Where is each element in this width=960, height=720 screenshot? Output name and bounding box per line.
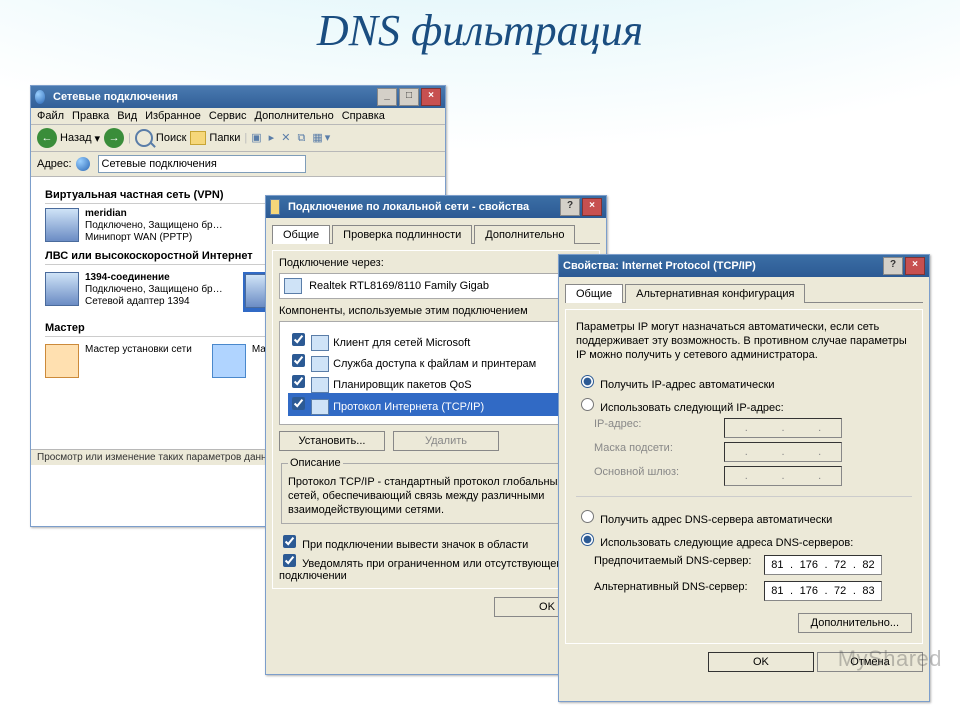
address-bar: Адрес: [31, 152, 445, 177]
help-button[interactable]: ? [560, 198, 580, 216]
components-list[interactable]: Клиент для сетей Microsoft Служба доступ… [279, 321, 593, 425]
close-button[interactable]: × [905, 257, 925, 275]
component-checkbox[interactable] [292, 375, 305, 388]
tab-advanced[interactable]: Дополнительно [474, 225, 575, 244]
gateway-label: Основной шлюз: [594, 466, 724, 486]
tab-auth[interactable]: Проверка подлинности [332, 225, 472, 244]
component-checkbox[interactable] [292, 397, 305, 410]
help-button[interactable]: ? [883, 257, 903, 275]
titlebar[interactable]: Сетевые подключения _ □ × [31, 86, 445, 108]
menu-help[interactable]: Справка [342, 110, 385, 122]
intro-text: Параметры IP могут назначаться автоматич… [576, 320, 912, 362]
install-button[interactable]: Установить... [279, 431, 385, 451]
gateway-input: ... [724, 466, 842, 486]
radio-dns-static[interactable] [581, 533, 594, 546]
list-item[interactable]: Клиент для сетей Microsoft [288, 330, 584, 351]
service-icon [311, 356, 329, 372]
cancel-button[interactable]: Отмена [817, 652, 923, 672]
search-icon [135, 129, 153, 147]
tab-general[interactable]: Общие [272, 225, 330, 244]
menu-file[interactable]: Файл [37, 110, 64, 122]
advanced-button[interactable]: Дополнительно... [798, 613, 912, 633]
window-title: Сетевые подключения [53, 91, 178, 103]
close-button[interactable]: × [421, 88, 441, 106]
titlebar[interactable]: Подключение по локальной сети - свойства… [266, 196, 606, 218]
mask-label: Маска подсети: [594, 442, 724, 462]
address-label: Адрес: [37, 158, 72, 170]
maximize-button[interactable]: □ [399, 88, 419, 106]
menu-tools[interactable]: Сервис [209, 110, 247, 122]
connect-via-label: Подключение через: [279, 257, 593, 269]
toolbar: ←Назад ▾ → | Поиск Папки | ▣ ▸ ✕ ⧉ ▦▾ [31, 125, 445, 152]
qos-icon [311, 377, 329, 393]
tab-alternate[interactable]: Альтернативная конфигурация [625, 284, 805, 303]
close-button[interactable]: × [582, 198, 602, 216]
dns2-input[interactable]: 81 . 176 . 72 . 83 [764, 581, 882, 601]
tabstrip: Общие Проверка подлинности Дополнительно [272, 224, 600, 244]
dns1-input[interactable]: 81 . 176 . 72 . 82 [764, 555, 882, 575]
wizard-icon [212, 344, 246, 378]
menu-view[interactable]: Вид [117, 110, 137, 122]
description-group: Описание [288, 457, 343, 469]
titlebar[interactable]: Свойства: Internet Protocol (TCP/IP) ? × [559, 255, 929, 277]
minimize-button[interactable]: _ [377, 88, 397, 106]
back-button[interactable]: ←Назад ▾ [37, 128, 100, 148]
components-label: Компоненты, используемые этим подключени… [279, 305, 593, 317]
connection-icon [45, 208, 79, 242]
connection-icon [45, 272, 79, 306]
client-icon [311, 335, 329, 351]
toolbar-extra-icons[interactable]: ▣ ▸ ✕ ⧉ ▦▾ [251, 131, 332, 145]
menubar: Файл Правка Вид Избранное Сервис Дополни… [31, 108, 445, 125]
list-item[interactable]: Служба доступа к файлам и принтерам [288, 351, 584, 372]
list-item[interactable]: Планировщик пакетов QoS [288, 372, 584, 393]
ip-input: ... [724, 418, 842, 438]
address-icon [76, 157, 90, 171]
dns1-label: Предпочитаемый DNS-сервер: [594, 555, 764, 575]
menu-advanced[interactable]: Дополнительно [255, 110, 334, 122]
wizard-icon [45, 344, 79, 378]
adapter-name: Realtek RTL8169/8110 Family Gigab [309, 280, 489, 292]
radio-ip-auto[interactable] [581, 375, 594, 388]
dialog-title: Свойства: Internet Protocol (TCP/IP) [563, 260, 756, 272]
adapter-icon [284, 278, 302, 294]
notify-checkbox[interactable] [283, 554, 296, 567]
tabstrip: Общие Альтернативная конфигурация [565, 283, 923, 303]
remove-button: Удалить [393, 431, 499, 451]
address-input[interactable] [98, 155, 306, 173]
folder-icon [190, 131, 206, 145]
search-button[interactable]: Поиск [135, 129, 186, 147]
tcpip-icon [311, 399, 329, 415]
mask-input: ... [724, 442, 842, 462]
dialog-title: Подключение по локальной сети - свойства [288, 201, 529, 213]
tab-general[interactable]: Общие [565, 284, 623, 303]
forward-button[interactable]: → [104, 128, 124, 148]
menu-favorites[interactable]: Избранное [145, 110, 201, 122]
ip-label: IP-адрес: [594, 418, 724, 438]
ok-button[interactable]: OK [708, 652, 814, 672]
component-checkbox[interactable] [292, 354, 305, 367]
conn-1394[interactable]: 1394-соединениеПодключено, Защищено бр…С… [45, 272, 223, 312]
menu-edit[interactable]: Правка [72, 110, 109, 122]
component-checkbox[interactable] [292, 333, 305, 346]
description-text: Протокол TCP/IP - стандартный протокол г… [288, 475, 584, 517]
conn-meridian[interactable]: meridianПодключено, Защищено бр…Минипорт… [45, 208, 265, 244]
tray-icon-checkbox[interactable] [283, 535, 296, 548]
dns2-label: Альтернативный DNS-сервер: [594, 581, 764, 601]
radio-ip-static[interactable] [581, 398, 594, 411]
radio-dns-auto[interactable] [581, 510, 594, 523]
dialog-tcpip-properties: Свойства: Internet Protocol (TCP/IP) ? ×… [558, 254, 930, 702]
connection-icon [270, 200, 284, 214]
wizard-setup[interactable]: Мастер установки сети [45, 344, 192, 378]
dialog-lan-properties: Подключение по локальной сети - свойства… [265, 195, 607, 675]
slide-title: DNS фильтрация [0, 5, 960, 56]
list-item-selected[interactable]: Протокол Интернета (TCP/IP) [288, 393, 584, 416]
folders-button[interactable]: Папки [190, 131, 240, 145]
network-icon [35, 90, 49, 104]
